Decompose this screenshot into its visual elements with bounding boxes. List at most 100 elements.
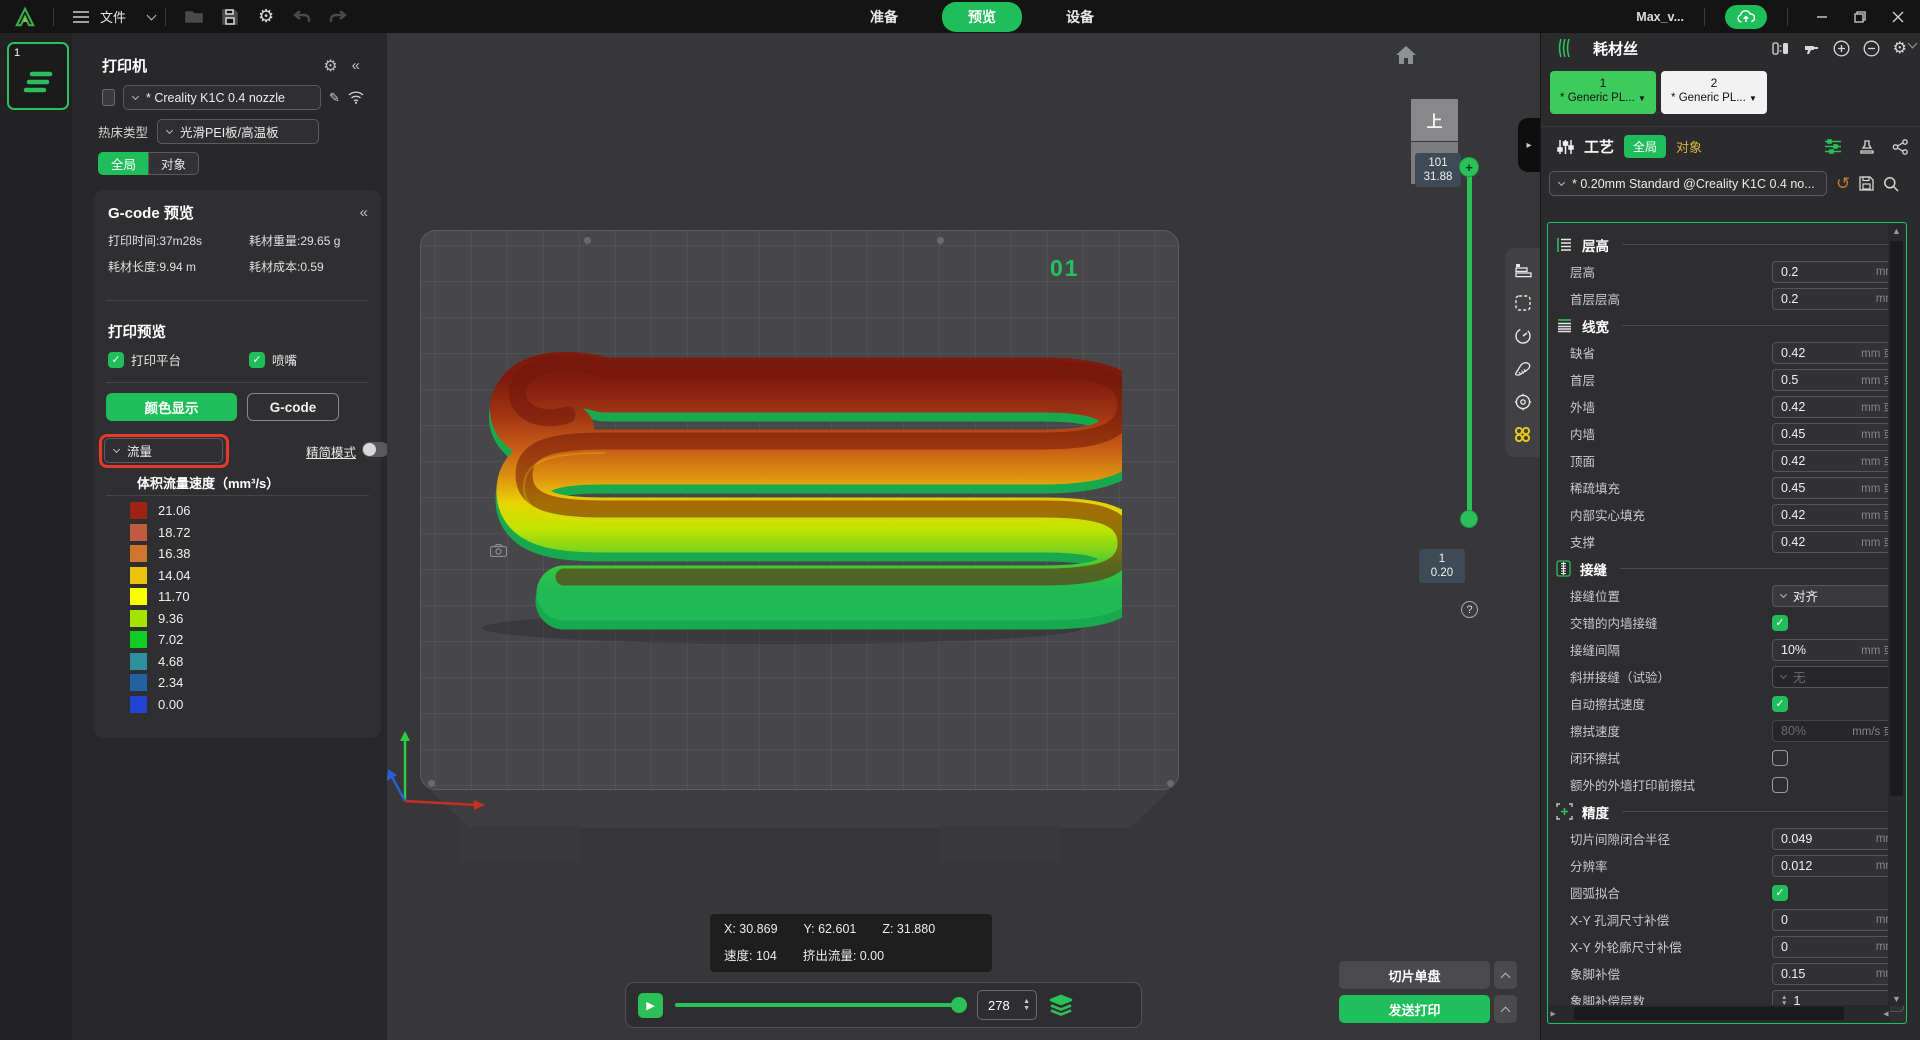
- redo-icon[interactable]: [325, 4, 351, 30]
- setting-input-内部实心填充[interactable]: 0.42mm 或: [1772, 504, 1904, 526]
- setting-checkbox-额外的外墙打印前擦拭[interactable]: [1772, 777, 1788, 793]
- layer-slider-track[interactable]: [1467, 167, 1472, 519]
- setting-input-擦拭速度[interactable]: 80%mm/s 或: [1772, 720, 1904, 742]
- layer-view-icon[interactable]: [1513, 293, 1533, 313]
- remove-filament-icon[interactable]: [1863, 40, 1880, 57]
- tab-global[interactable]: 全局: [98, 152, 148, 175]
- timeline-slider-thumb[interactable]: [951, 997, 967, 1013]
- setting-input-层高[interactable]: 0.2mm: [1772, 261, 1904, 283]
- timeline-slider[interactable]: [675, 1003, 965, 1007]
- send-options-caret[interactable]: [1494, 995, 1517, 1023]
- spinbox-arrows-icon[interactable]: ▲▼: [1023, 998, 1030, 1012]
- temperature-target-icon[interactable]: [1513, 392, 1533, 412]
- view-cube-top-face[interactable]: 上: [1411, 99, 1458, 141]
- close-button[interactable]: [1884, 5, 1912, 29]
- gcode-button[interactable]: G-code: [247, 393, 339, 421]
- scroll-left-icon[interactable]: ▲: [1547, 1009, 1560, 1018]
- slice-plate-button[interactable]: 切片单盘: [1339, 961, 1490, 989]
- setting-input-缺省[interactable]: 0.42mm 或: [1772, 342, 1904, 364]
- setting-checkbox-自动擦拭速度[interactable]: ✓: [1772, 696, 1788, 712]
- scrollbar-thumb[interactable]: [1574, 1007, 1844, 1020]
- setting-input-X-Y 外轮廓尺寸补偿[interactable]: 0mm: [1772, 936, 1904, 958]
- layer-slider-top-handle[interactable]: +: [1459, 157, 1479, 177]
- panel-collapse-tab[interactable]: ▸: [1518, 118, 1540, 172]
- restore-button[interactable]: [1846, 5, 1874, 29]
- printer-preset-select[interactable]: * Creality K1C 0.4 nozzle: [123, 85, 321, 110]
- setting-input-象脚补偿[interactable]: 0.15mm: [1772, 963, 1904, 985]
- checkbox-print-platform[interactable]: ✓ 打印平台: [108, 350, 181, 369]
- sync-filament-icon[interactable]: [1772, 41, 1789, 56]
- process-tab-global[interactable]: 全局: [1624, 135, 1666, 158]
- undo-icon[interactable]: [289, 4, 315, 30]
- tab-device[interactable]: 设备: [1056, 3, 1104, 31]
- simple-mode-toggle[interactable]: [362, 442, 389, 457]
- setting-input-外墙[interactable]: 0.42mm 或: [1772, 396, 1904, 418]
- send-print-button[interactable]: 发送打印: [1339, 995, 1490, 1023]
- horizontal-scrollbar[interactable]: ▲ ▲: [1549, 1005, 1890, 1022]
- compare-presets-icon[interactable]: [1892, 139, 1909, 155]
- speed-gauge-icon[interactable]: [1513, 326, 1533, 346]
- open-folder-icon[interactable]: [181, 4, 207, 30]
- setting-input-内墙[interactable]: 0.45mm 或: [1772, 423, 1904, 445]
- minimize-button[interactable]: [1808, 5, 1836, 29]
- layer-slider-bottom-handle[interactable]: [1460, 510, 1478, 528]
- settings-gear-icon[interactable]: ⚙: [253, 4, 279, 30]
- line-type-icon[interactable]: [1513, 260, 1533, 280]
- home-view-icon[interactable]: [1395, 45, 1417, 65]
- setting-input-接缝间隔[interactable]: 10%mm 或: [1772, 639, 1904, 661]
- play-button[interactable]: ▶: [638, 993, 663, 1018]
- setting-select-接缝位置[interactable]: 对齐: [1772, 585, 1904, 607]
- parameter-table-icon[interactable]: [1824, 139, 1842, 154]
- scrollbar-thumb[interactable]: [1890, 241, 1903, 796]
- cloud-upload-icon[interactable]: [1725, 5, 1767, 29]
- setting-input-切片间隙闭合半径[interactable]: 0.049mm: [1772, 828, 1904, 850]
- stamp-preset-icon[interactable]: [1859, 139, 1875, 155]
- scroll-down-icon[interactable]: ▼: [1892, 992, 1901, 1006]
- flow-mode-select[interactable]: 流量: [104, 438, 223, 463]
- setting-input-X-Y 孔洞尺寸补偿[interactable]: 0mm: [1772, 909, 1904, 931]
- vertical-scrollbar[interactable]: ▲ ▼: [1888, 224, 1905, 1006]
- collapse-panel-icon[interactable]: «: [352, 57, 360, 74]
- filament-collapse-icon[interactable]: [1908, 39, 1918, 49]
- save-icon[interactable]: [217, 4, 243, 30]
- process-tab-object[interactable]: 对象: [1676, 137, 1702, 156]
- tab-object[interactable]: 对象: [148, 152, 199, 175]
- flow-view-icon[interactable]: [1513, 425, 1533, 445]
- setting-input-分辨率[interactable]: 0.012mm: [1772, 855, 1904, 877]
- setting-input-稀疏填充[interactable]: 0.45mm 或: [1772, 477, 1904, 499]
- scroll-up-icon[interactable]: ▲: [1892, 224, 1901, 238]
- filament-slot-2[interactable]: 2 * Generic PL... ▼: [1661, 71, 1767, 114]
- edit-printer-icon[interactable]: ✎: [329, 90, 340, 106]
- scroll-right-icon[interactable]: ▲: [1879, 1009, 1893, 1018]
- checkbox-nozzle[interactable]: ✓ 喷嘴: [249, 350, 297, 369]
- reset-preset-icon[interactable]: ↺: [1836, 174, 1850, 194]
- tab-prepare[interactable]: 准备: [860, 3, 908, 31]
- fan-support-icon[interactable]: [1513, 359, 1533, 379]
- file-menu[interactable]: 文件: [68, 4, 155, 30]
- flush-faucet-icon[interactable]: [1802, 40, 1820, 56]
- save-preset-icon[interactable]: [1859, 176, 1874, 191]
- filament-slot-1[interactable]: 1 * Generic PL... ▼: [1550, 71, 1656, 114]
- collapse-card-icon[interactable]: «: [360, 204, 368, 221]
- layer-range-slider[interactable]: 101 31.88 + 1 0.20 ?: [1415, 153, 1505, 643]
- setting-select-斜拼接缝（试验）[interactable]: 无: [1772, 666, 1904, 688]
- bed-type-select[interactable]: 光滑PEI板/高温板: [157, 119, 319, 144]
- setting-input-首层[interactable]: 0.5mm 或: [1772, 369, 1904, 391]
- help-icon[interactable]: ?: [1461, 601, 1478, 618]
- printed-object[interactable]: [442, 333, 1122, 653]
- layer-stack-icon[interactable]: [1049, 993, 1073, 1017]
- tab-preview[interactable]: 预览: [942, 2, 1022, 32]
- move-count-spinbox[interactable]: 278 ▲▼: [977, 990, 1037, 1020]
- setting-input-首层层高[interactable]: 0.2mm: [1772, 288, 1904, 310]
- setting-input-支撑[interactable]: 0.42mm 或: [1772, 531, 1904, 553]
- plate-thumbnail[interactable]: 1: [7, 42, 69, 110]
- search-settings-icon[interactable]: [1883, 176, 1899, 192]
- add-filament-icon[interactable]: [1833, 40, 1850, 57]
- printer-settings-icon[interactable]: ⚙: [323, 56, 337, 76]
- wifi-icon[interactable]: [348, 91, 364, 104]
- setting-checkbox-交错的内墙接缝[interactable]: ✓: [1772, 615, 1788, 631]
- filament-settings-gear-icon[interactable]: ⚙: [1893, 38, 1907, 58]
- color-display-button[interactable]: 颜色显示: [106, 393, 237, 421]
- setting-input-顶面[interactable]: 0.42mm 或: [1772, 450, 1904, 472]
- setting-checkbox-闭环擦拭[interactable]: [1772, 750, 1788, 766]
